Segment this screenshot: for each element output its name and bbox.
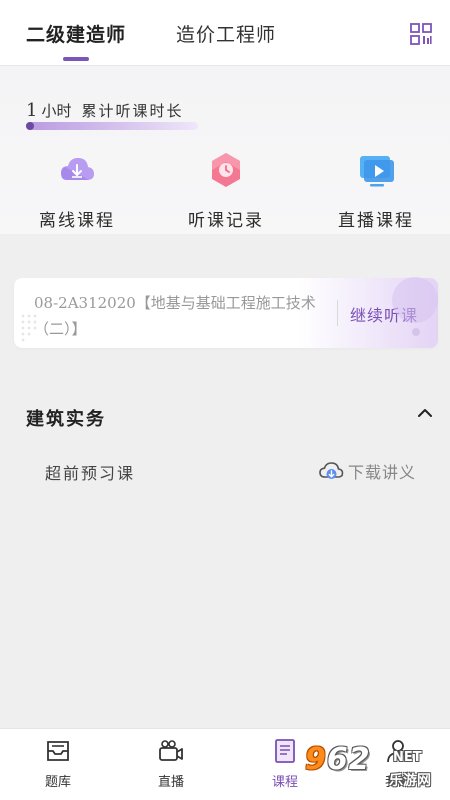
offline-courses-label: 离线课程	[39, 211, 115, 231]
card-divider	[337, 300, 338, 326]
watermark-logo: 962	[305, 742, 371, 777]
question-bank-icon	[47, 741, 69, 761]
watermark-net: NET	[393, 750, 422, 765]
top-tab-bar: 二级建造师 造价工程师	[0, 0, 450, 66]
cloud-download-icon	[319, 462, 344, 479]
live-play-icon	[360, 156, 394, 187]
chevron-up-icon[interactable]	[416, 406, 434, 420]
site-watermark: 962 NET 乐游网	[305, 742, 447, 796]
watermark-logo-9: 9	[305, 742, 327, 777]
course-book-icon	[275, 739, 295, 763]
live-courses-label: 直播课程	[338, 211, 414, 231]
hours-progress-bar	[26, 122, 198, 130]
hours-progress-cap	[26, 122, 34, 130]
download-handout-button[interactable]: 下载讲义	[318, 459, 416, 483]
hours-unit: 小时	[41, 102, 72, 120]
qr-code-icon[interactable]	[409, 22, 433, 46]
lesson-item[interactable]: 超前预习课	[45, 460, 135, 484]
tab-zaojia-gongchengshi[interactable]: 造价工程师	[176, 20, 276, 47]
listening-record-button[interactable]: 听课记录	[166, 150, 286, 231]
hours-value: 1	[26, 100, 38, 121]
offline-courses-button[interactable]: 离线课程	[17, 150, 137, 231]
live-camera-icon	[159, 740, 183, 761]
tab-erji-jianzaoshi[interactable]: 二级建造师	[26, 20, 126, 47]
nav-question-bank[interactable]: 题库	[28, 737, 88, 790]
download-handout-label: 下载讲义	[348, 463, 417, 482]
nav-live[interactable]: 直播	[141, 737, 201, 790]
clock-history-icon	[212, 153, 240, 187]
watermark-logo-rest: 62	[326, 742, 371, 777]
listening-record-label: 听课记录	[188, 211, 264, 231]
listening-hours: 1 小时 累计听课时长	[26, 100, 183, 121]
current-lesson-title: 08-2A312020【地基与基础工程施工技术（二）】	[34, 294, 316, 338]
card-decorative-circle	[392, 277, 438, 323]
card-decorative-dot	[412, 328, 420, 336]
active-tab-indicator	[63, 57, 89, 61]
section-title: 建筑实务	[26, 409, 106, 430]
offline-download-icon	[61, 158, 94, 180]
watermark-subtitle: 乐游网	[389, 773, 431, 789]
continue-listening-card[interactable]: 08-2A312020【地基与基础工程施工技术（二）】 继续听课	[14, 278, 438, 348]
live-courses-button[interactable]: 直播课程	[316, 150, 436, 231]
hours-label: 累计听课时长	[81, 102, 184, 120]
nav-live-label: 直播	[157, 775, 184, 790]
nav-question-bank-label: 题库	[44, 775, 71, 790]
